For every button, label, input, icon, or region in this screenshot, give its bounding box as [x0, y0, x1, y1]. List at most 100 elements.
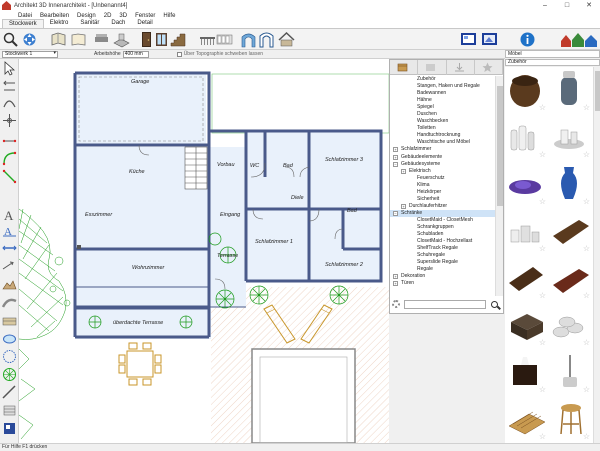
favorite-star-icon[interactable]: ☆: [583, 433, 590, 441]
tree-item[interactable]: + Dekoration: [390, 273, 496, 280]
polyline-tool-icon[interactable]: [2, 133, 17, 148]
favorite-star-icon[interactable]: ☆: [539, 151, 546, 159]
favorite-star-icon[interactable]: ☆: [583, 151, 590, 159]
collapse-icon[interactable]: −: [393, 161, 398, 167]
text-tool-icon[interactable]: A: [2, 207, 17, 222]
terrain-tool-icon[interactable]: [2, 277, 17, 292]
window-tool-icon[interactable]: [153, 31, 170, 48]
favorite-star-icon[interactable]: ☆: [583, 386, 590, 394]
tree-item[interactable]: Klima: [390, 182, 496, 189]
catalog-scrollbar[interactable]: [593, 67, 600, 443]
catalog-item[interactable]: ☆: [549, 208, 593, 255]
catalog-item[interactable]: ☆: [505, 396, 549, 443]
tree-item[interactable]: Schuhregale: [390, 252, 496, 259]
wall-tool-icon[interactable]: [93, 31, 110, 48]
arch-tool-icon[interactable]: [258, 31, 275, 48]
tree-item[interactable]: Waschbecken: [390, 118, 496, 125]
plant-tool-icon[interactable]: [2, 367, 17, 382]
tree-item[interactable]: Handtuchtrocknung: [390, 132, 496, 139]
tree-item[interactable]: Feuerschutz: [390, 175, 496, 182]
favorite-star-icon[interactable]: ☆: [539, 198, 546, 206]
catalog-item[interactable]: ☆: [549, 396, 593, 443]
arrow-tool-icon[interactable]: [2, 259, 17, 274]
favorite-star-icon[interactable]: ☆: [583, 198, 590, 206]
tree-item[interactable]: Waschtische und Möbel: [390, 139, 496, 146]
tree-item[interactable]: Stangen, Haken und Regale: [390, 83, 496, 90]
menu-hilfe[interactable]: Hilfe: [159, 13, 179, 19]
tree-item[interactable]: − Gebäudesysteme: [390, 161, 496, 168]
catalog-search-input[interactable]: [404, 299, 486, 309]
tree-item[interactable]: Sicherheit: [390, 196, 496, 203]
book-icon[interactable]: [70, 31, 87, 48]
tree-item[interactable]: Schubladen: [390, 231, 496, 238]
tree-item[interactable]: Toiletten: [390, 125, 496, 132]
tab-detail[interactable]: Detail: [131, 19, 158, 28]
tab-stockwerk[interactable]: Stockwerk: [2, 19, 44, 28]
line-tool-icon[interactable]: [2, 79, 17, 94]
tab-favorites[interactable]: [475, 60, 503, 75]
catalog-item[interactable]: ☆: [549, 161, 593, 208]
expand-icon[interactable]: +: [393, 274, 398, 280]
favorite-star-icon[interactable]: ☆: [539, 339, 546, 347]
tree-item[interactable]: Duschen: [390, 111, 496, 118]
tree-item[interactable]: − Schränke: [390, 209, 496, 217]
path-tool-icon[interactable]: [2, 295, 17, 310]
tree-item[interactable]: + Durchlauferhitzer: [390, 203, 496, 210]
tab-catalog[interactable]: [390, 60, 419, 75]
favorite-star-icon[interactable]: ☆: [583, 104, 590, 112]
tree-item[interactable]: + Elektrisch: [390, 168, 496, 175]
menu-design[interactable]: Design: [73, 13, 100, 19]
tab-elektro[interactable]: Elektro: [44, 19, 75, 28]
pool-tool-icon[interactable]: [2, 331, 17, 346]
expand-icon[interactable]: +: [401, 168, 406, 174]
expand-icon[interactable]: +: [393, 281, 398, 287]
catalog-item[interactable]: ☆: [505, 114, 549, 161]
expand-icon[interactable]: +: [401, 203, 406, 209]
height-input[interactable]: 400 mm: [122, 50, 149, 58]
info-icon[interactable]: [519, 31, 536, 48]
measure-tool-icon[interactable]: [2, 241, 17, 256]
gear-icon[interactable]: [392, 300, 400, 308]
tree-item[interactable]: Schrankgruppen: [390, 224, 496, 231]
catalog-item[interactable]: ☆: [549, 349, 593, 396]
catalog-item[interactable]: ☆: [549, 67, 593, 114]
catalog-item[interactable]: ☆: [505, 67, 549, 114]
topography-checkbox[interactable]: [176, 51, 182, 57]
menu-2d[interactable]: 2D: [100, 13, 116, 19]
favorite-star-icon[interactable]: ☆: [583, 292, 590, 300]
3d-view-icon[interactable]: [481, 31, 498, 48]
expand-icon[interactable]: +: [393, 147, 398, 153]
roof-tool-icon[interactable]: [278, 31, 295, 48]
menu-datei[interactable]: Datei: [14, 13, 36, 19]
catalog-category-select[interactable]: Zubehör: [505, 59, 600, 66]
tree-item[interactable]: + Gebäudeelemente: [390, 154, 496, 161]
tab-objects[interactable]: [418, 60, 447, 75]
catalog-item[interactable]: ☆: [505, 302, 549, 349]
search-icon[interactable]: [491, 300, 498, 308]
railing-tool-icon[interactable]: [199, 31, 216, 48]
collapse-icon[interactable]: −: [393, 210, 398, 216]
tree-item[interactable]: Badewannen: [390, 90, 496, 97]
layer-tool-icon[interactable]: [2, 421, 17, 436]
pan-icon[interactable]: [21, 31, 38, 48]
favorite-star-icon[interactable]: ☆: [583, 339, 590, 347]
houses-icon[interactable]: [560, 31, 598, 48]
bush-tool-icon[interactable]: [2, 349, 17, 364]
floor-tool-icon[interactable]: [113, 31, 130, 48]
pipe-tool-icon[interactable]: [2, 385, 17, 400]
floor-plan-canvas[interactable]: Garage Küche Vorbau WC Bad Schlafzimmer …: [19, 59, 389, 443]
catalog-item[interactable]: ☆: [549, 255, 593, 302]
tree-item[interactable]: + Schlafzimmer: [390, 146, 496, 153]
catalog-item[interactable]: ☆: [505, 255, 549, 302]
tree-item[interactable]: Spiegel: [390, 104, 496, 111]
tree-item[interactable]: Hähne: [390, 97, 496, 104]
stairs-tool-icon[interactable]: [170, 31, 187, 48]
floor-select[interactable]: Stockwerk 1: [2, 50, 58, 58]
tree-scroll-thumb[interactable]: [497, 86, 503, 206]
tab-download[interactable]: [447, 60, 475, 75]
tree-item[interactable]: ClosetMaid - Hochzellast: [390, 238, 496, 245]
tab-sanitaer[interactable]: Sanitär: [74, 19, 105, 28]
tree-item[interactable]: Superslide Regale: [390, 259, 496, 266]
tree-item[interactable]: + Türen: [390, 280, 496, 287]
tree-item[interactable]: Zubehör: [390, 76, 496, 83]
